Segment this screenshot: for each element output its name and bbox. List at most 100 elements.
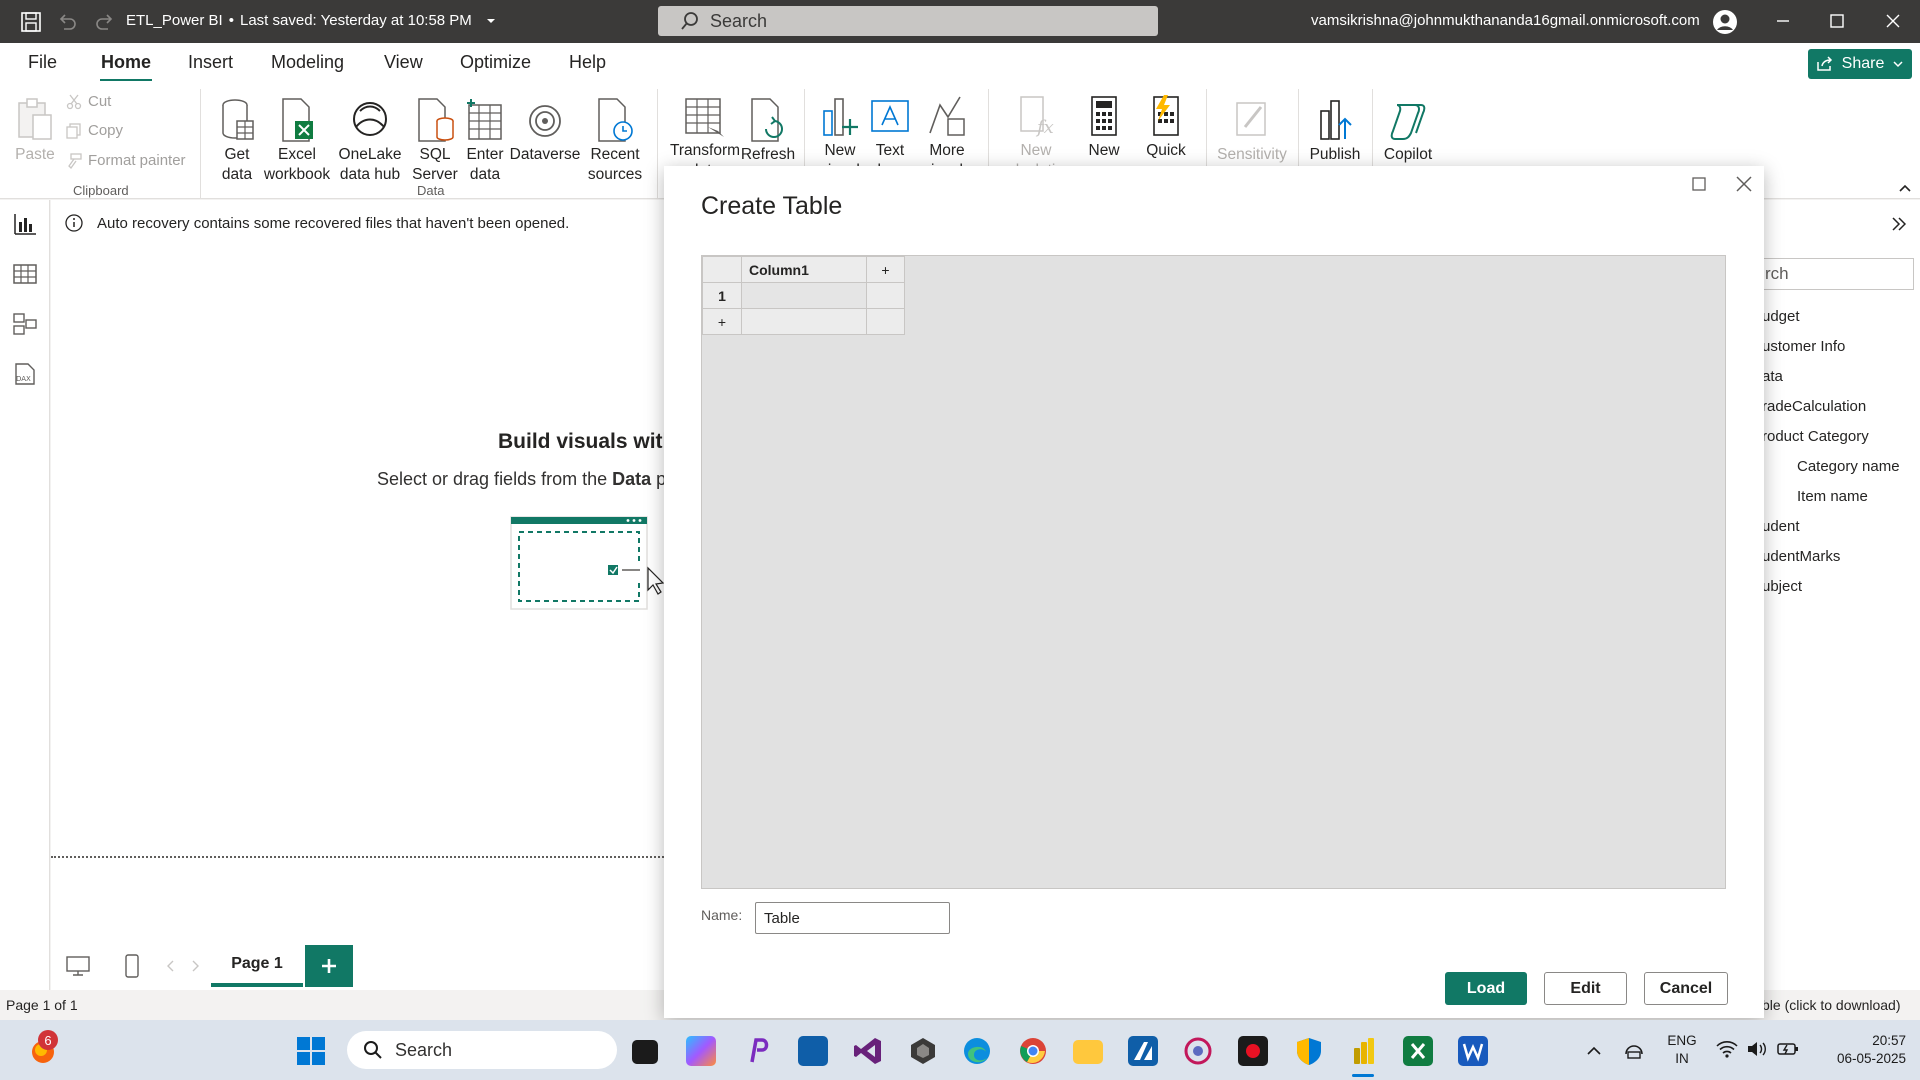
menu-file[interactable]: File [28,52,57,73]
text-box-button[interactable]: Text box [866,93,914,173]
visual-studio-icon[interactable] [853,1036,883,1066]
excel-app-icon[interactable] [1403,1036,1433,1066]
browser-app-icon[interactable] [1183,1036,1213,1066]
transform-data-button[interactable]: Transform data [668,93,742,173]
redo-icon[interactable] [94,11,116,33]
edge-icon[interactable] [962,1036,992,1066]
menu-help[interactable]: Help [569,52,606,73]
sensitivity-button[interactable]: Sensitivity [1214,93,1290,173]
page-tab[interactable]: Page 1 [211,945,303,987]
excel-workbook-button[interactable]: Excel workbook [262,93,332,185]
collapse-ribbon-icon[interactable] [1898,181,1912,195]
onelake-button[interactable]: OneLake data hub [333,93,407,185]
cut-button[interactable]: Cut [66,93,111,110]
recorder-icon[interactable] [1238,1036,1268,1066]
recent-sources-button[interactable]: Recent sources [585,93,645,185]
copilot-app-icon[interactable] [686,1036,716,1066]
table-name-field[interactable]: Table [755,902,950,934]
account-email[interactable]: vamsikrishna@johnmukthananda16gmail.onmi… [1311,12,1700,29]
prev-page-icon[interactable] [165,959,175,977]
app-blue-icon[interactable] [1128,1036,1158,1066]
taskbar-search[interactable]: Search [347,1031,617,1069]
close-icon[interactable] [1886,14,1900,28]
close-icon[interactable] [1734,174,1754,198]
table-view-icon[interactable] [12,262,38,290]
expand-pane-icon[interactable] [1890,215,1908,233]
field-table-item[interactable]: ubject [1762,578,1802,595]
store-icon[interactable] [798,1036,828,1066]
task-view-icon[interactable] [632,1040,658,1064]
word-app-icon[interactable] [1458,1036,1488,1066]
unity-icon[interactable] [908,1036,938,1066]
clock[interactable]: 20:57 06-05-2025 [1810,1032,1906,1068]
field-table-item[interactable]: ustomer Info [1762,338,1845,355]
security-shield-icon[interactable] [1294,1036,1324,1066]
maximize-icon[interactable] [1691,176,1707,196]
column-header[interactable]: Column1 [741,256,867,283]
field-table-item[interactable]: ata [1762,368,1783,385]
copy-button[interactable]: Copy [66,122,123,139]
menu-optimize[interactable]: Optimize [460,52,531,73]
new-calculation-button[interactable]: fx New calculation [998,93,1074,173]
battery-icon[interactable] [1776,1040,1800,1062]
field-table-item[interactable]: udent [1762,518,1800,535]
document-title[interactable]: ETL_Power BI • Last saved: Yesterday at … [126,12,498,29]
undo-icon[interactable] [56,11,78,33]
file-explorer-icon[interactable] [1073,1040,1103,1064]
search-input[interactable]: Search [658,6,1158,36]
field-column-item[interactable]: Category name [1797,458,1900,475]
new-visual-button[interactable]: New visual [815,93,865,173]
paintbrush-icon [68,152,82,169]
add-page-button[interactable] [305,945,353,987]
edit-button[interactable]: Edit [1544,972,1627,1005]
network-drive-icon[interactable] [1622,1038,1646,1064]
dax-query-view-icon[interactable]: DAX [12,362,38,390]
add-column-button[interactable]: + [866,256,905,283]
power-bi-icon[interactable] [1348,1036,1378,1066]
enter-data-button[interactable]: Enter data [462,93,508,185]
refresh-button[interactable]: Refresh [740,93,796,165]
wifi-icon[interactable] [1716,1040,1738,1062]
app-p-icon[interactable] [742,1036,772,1066]
sql-server-button[interactable]: SQL Server [412,93,458,185]
save-icon[interactable] [20,11,42,33]
load-button[interactable]: Load [1445,972,1527,1005]
cancel-button[interactable]: Cancel [1644,972,1728,1005]
field-column-item[interactable]: Item name [1797,488,1868,505]
publish-button[interactable]: Publish [1306,93,1364,165]
paste-button[interactable]: Paste [10,93,60,165]
dataverse-button[interactable]: Dataverse [510,93,580,165]
menu-view[interactable]: View [384,52,423,73]
field-table-item[interactable]: udget [1762,308,1800,325]
report-view-icon[interactable] [12,212,38,240]
menu-home[interactable]: Home [101,52,151,73]
desktop-layout-icon[interactable] [65,954,91,982]
account-avatar-icon[interactable] [1712,9,1738,35]
windows-start-icon[interactable] [296,1036,326,1070]
mobile-layout-icon[interactable] [123,954,141,982]
share-button[interactable]: Share [1808,49,1912,79]
maximize-icon[interactable] [1830,14,1844,28]
quick-measure-button[interactable]: Quick measure [1134,93,1198,173]
model-view-icon[interactable] [12,312,38,340]
field-table-item[interactable]: udentMarks [1762,548,1840,565]
menu-modeling[interactable]: Modeling [271,52,344,73]
new-measure-button[interactable]: New measure [1074,93,1134,173]
minimize-icon[interactable] [1776,14,1790,28]
volume-icon[interactable] [1746,1040,1768,1062]
next-page-icon[interactable] [191,959,201,977]
field-table-item[interactable]: radeCalculation [1762,398,1866,415]
data-pane-search[interactable]: rch [1760,258,1914,290]
language-indicator[interactable]: ENG IN [1664,1032,1700,1068]
download-status[interactable]: ble (click to download) [1762,997,1901,1013]
copilot-button[interactable]: Copilot [1378,93,1438,165]
chrome-icon[interactable] [1018,1036,1048,1066]
show-hidden-icons-icon[interactable] [1586,1044,1602,1061]
menu-insert[interactable]: Insert [188,52,233,73]
get-data-button[interactable]: Get data [210,93,264,185]
more-visuals-button[interactable]: More visuals [918,93,976,173]
format-painter-button[interactable]: Format painter [66,152,186,169]
add-row-button[interactable]: + [702,308,742,335]
grid-cell[interactable] [741,282,867,309]
field-table-item[interactable]: roduct Category [1762,428,1869,445]
